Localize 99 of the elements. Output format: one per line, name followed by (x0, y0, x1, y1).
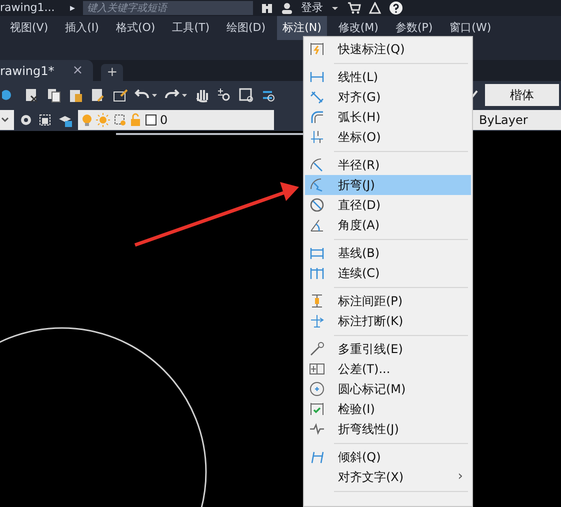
menu-item[interactable]: 对齐(G) (305, 87, 471, 107)
menu-item[interactable]: 参数(P) (389, 16, 439, 40)
menu-item[interactable]: 连续(C) (305, 263, 471, 283)
bulb-icon (81, 113, 93, 127)
menu-item-label: 连续(C) (338, 265, 380, 282)
cart-icon[interactable] (347, 2, 362, 14)
menu-item[interactable]: 标注间距(P) (305, 291, 471, 311)
menu-item[interactable]: 工具(T) (166, 16, 216, 40)
menu-item[interactable]: 折弯(J) (305, 175, 471, 195)
menu-item[interactable]: 公差(T)... (305, 359, 471, 379)
new-tab-button[interactable]: + (101, 64, 124, 81)
menu-item-label: 对齐文字(X) (338, 469, 404, 486)
padlock-icon (130, 113, 142, 127)
leader-icon (309, 341, 325, 357)
menu-item-label: 基线(B) (338, 245, 380, 262)
menu-item-label: 折弯(J) (338, 177, 375, 194)
menu-item-label: 标注打断(K) (338, 313, 404, 330)
expand-glyph[interactable]: ▸ (70, 0, 76, 16)
quick-dimension-icon (309, 41, 325, 57)
user-icon (281, 2, 294, 14)
dimension-break-icon (309, 313, 325, 329)
menu-item-label: 直径(D) (338, 197, 381, 214)
angular-dimension-icon (309, 217, 325, 233)
ordinate-dimension-icon (309, 129, 325, 145)
caret-icon (0, 115, 10, 125)
hand-icon[interactable] (194, 87, 210, 103)
menu-item[interactable]: 直径(D) (305, 195, 471, 215)
menu-item-label: 角度(A) (338, 217, 380, 234)
layer-dropdown[interactable] (0, 110, 14, 130)
menu-item-label: 倾斜(Q) (338, 449, 381, 466)
menu-item[interactable]: 线性(L) (305, 67, 471, 87)
menu-item-label: 多重引线(E) (338, 341, 403, 358)
menu-item-label: 半径(R) (338, 157, 380, 174)
layer-state-icon[interactable] (38, 113, 52, 127)
inspection-icon (309, 401, 325, 417)
baseline-dimension-icon (309, 245, 325, 261)
menu-item[interactable]: 对齐文字(X) › (305, 467, 471, 487)
menu-item-label: 圆心标记(M) (338, 381, 406, 398)
menu-item-label: 折弯线性(J) (338, 421, 399, 438)
menu-item[interactable]: 半径(R) (305, 155, 471, 175)
search-field[interactable]: 键入关键字或短语 (83, 1, 254, 15)
aligned-dimension-icon (309, 89, 325, 105)
center-mark-icon (309, 381, 325, 397)
menu-item-label: 弧长(H) (338, 109, 380, 126)
menu-item-label: 公差(T)... (338, 361, 390, 378)
menu-item-label: 检验(I) (338, 401, 375, 418)
copy-icon[interactable] (46, 87, 62, 103)
layer-field[interactable]: 0 (78, 110, 274, 130)
continue-dimension-icon (309, 265, 325, 281)
menu-item[interactable]: 插入(I) (59, 16, 105, 40)
menu-item-label: 坐标(O) (338, 129, 381, 146)
document-title: rawing1... (0, 0, 56, 16)
close-button[interactable]: × (72, 60, 84, 80)
tab-title: rawing1* (0, 62, 54, 80)
layers-icon[interactable] (57, 113, 73, 127)
arc-length-icon (309, 109, 325, 125)
menu-item[interactable]: 格式(O) (110, 16, 162, 40)
menu-item[interactable]: 视图(V) (4, 16, 54, 40)
text-style-field[interactable]: 楷体 (485, 84, 559, 106)
document-tab[interactable]: rawing1* × (0, 60, 94, 81)
menu-item[interactable]: 标注打断(K) (305, 311, 471, 331)
layer-name: 0 (160, 112, 168, 129)
menu-item[interactable]: 折弯线性(J) (305, 419, 471, 439)
dropdown-caret-icon[interactable] (331, 4, 340, 12)
menu-item[interactable]: 坐标(O) (305, 127, 471, 147)
clipboard-icon[interactable] (90, 87, 106, 103)
diameter-dimension-icon (309, 197, 325, 213)
login-link[interactable]: 登录 (301, 0, 324, 16)
menu-item[interactable]: 标注(N) (276, 16, 328, 40)
tolerance-icon (309, 361, 325, 377)
menu-item[interactable]: 多重引线(E) (305, 339, 471, 359)
dimension-space-icon (309, 293, 325, 309)
menu-item[interactable]: 圆心标记(M) (305, 379, 471, 399)
paste-icon[interactable] (68, 87, 84, 103)
menu-item[interactable]: 绘图(D) (220, 16, 272, 40)
menu-item-label: 线性(L) (338, 69, 378, 86)
menu-item-label: 快速标注(Q) (338, 41, 405, 58)
color-swatch-icon (145, 114, 157, 126)
jogged-radius-icon (309, 177, 325, 193)
linear-dimension-icon (309, 69, 325, 85)
jogged-linear-icon (309, 421, 325, 437)
viewport-icon (113, 113, 127, 127)
menu-item[interactable]: 倾斜(Q) (305, 447, 471, 467)
oblique-icon (309, 449, 325, 465)
menu-item-label: 对齐(G) (338, 89, 381, 106)
submenu-arrow: › (458, 468, 463, 486)
sun-icon (96, 113, 110, 127)
menu-item[interactable]: 检验(I) (305, 399, 471, 419)
radius-dimension-icon (309, 157, 325, 173)
menu-item-label: 标注间距(P) (338, 293, 403, 310)
zoom-icon[interactable] (216, 87, 232, 103)
menu-item[interactable]: 基线(B) (305, 243, 471, 263)
menu-item[interactable]: 角度(A) (305, 215, 471, 235)
zoom-window-icon[interactable] (238, 87, 254, 103)
menu-item[interactable]: 窗口(W) (444, 16, 498, 40)
cut-icon[interactable] (24, 87, 40, 103)
help-icon[interactable] (389, 1, 404, 15)
menu-item[interactable]: 弧长(H) (305, 107, 471, 127)
menu-item[interactable]: 修改(M) (332, 16, 384, 40)
